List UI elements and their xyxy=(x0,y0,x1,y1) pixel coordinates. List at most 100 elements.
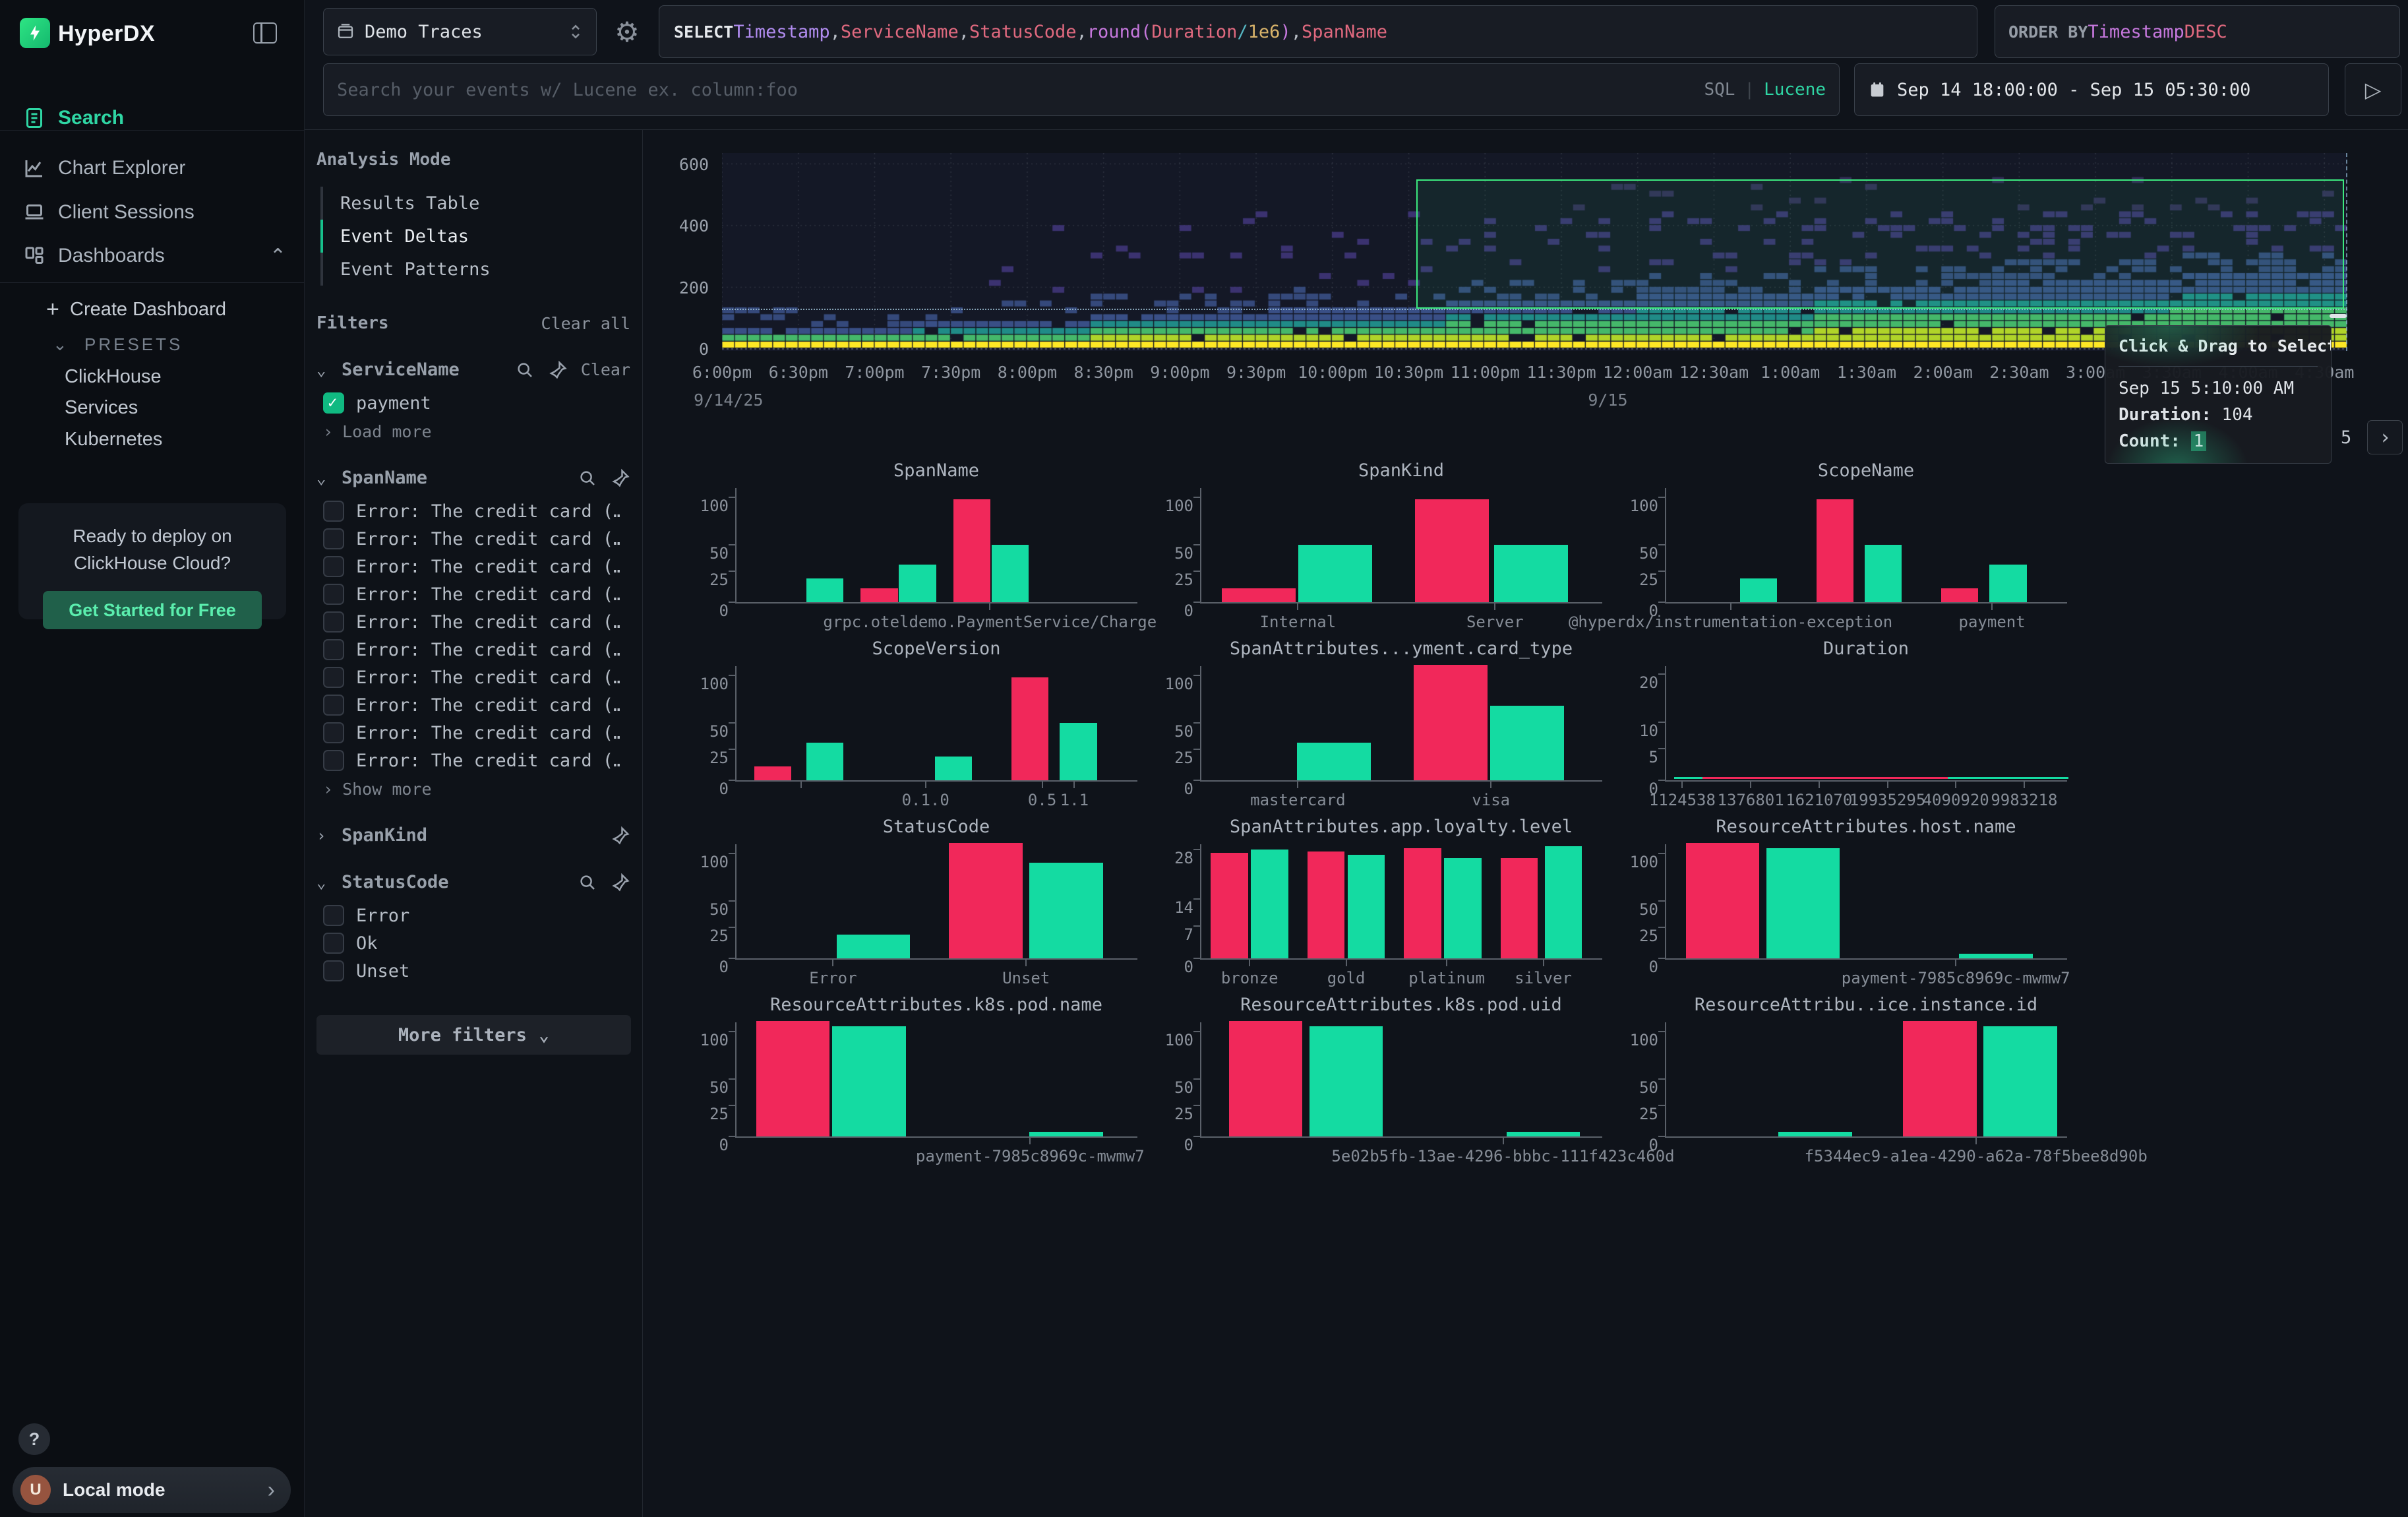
search-icon[interactable] xyxy=(515,360,535,380)
more-filters-button[interactable]: More filters ⌄ xyxy=(316,1015,631,1055)
checkbox[interactable] xyxy=(323,611,344,633)
filter-option[interactable]: Error: The credit card (… xyxy=(323,691,630,719)
filter-option[interactable]: Error: The credit card (… xyxy=(323,747,630,774)
chevron-up-icon[interactable]: ⌃ xyxy=(270,245,286,268)
checkbox[interactable] xyxy=(323,750,344,771)
search-icon[interactable] xyxy=(578,468,597,488)
filter-group-name[interactable]: ServiceName xyxy=(342,359,460,380)
checkbox[interactable] xyxy=(323,639,344,660)
sidebar-item-dashboards[interactable]: Dashboards ⌃ xyxy=(0,235,305,276)
pin-icon[interactable] xyxy=(611,826,630,846)
x-axis-label: 2:30am xyxy=(1989,363,2049,382)
analysis-option-event-patterns[interactable]: Event Patterns xyxy=(320,253,630,286)
sql-mode-button[interactable]: SQL xyxy=(1704,80,1735,100)
x-axis-label: silver xyxy=(1515,969,1572,987)
checkbox[interactable] xyxy=(323,667,344,688)
sidebar-item-search[interactable]: Search xyxy=(0,98,305,139)
order-by-input[interactable]: ORDER BY Timestamp DESC xyxy=(1995,5,2400,58)
filter-option[interactable]: Error: The credit card (… xyxy=(323,664,630,691)
chevron-right-icon[interactable]: › xyxy=(316,826,332,845)
sql-select-input[interactable]: SELECT Timestamp, ServiceName, StatusCod… xyxy=(659,5,1977,58)
checkbox[interactable] xyxy=(323,905,344,926)
source-selector[interactable]: Demo Traces xyxy=(323,8,597,55)
bar-red xyxy=(953,499,990,602)
filter-option[interactable]: Error xyxy=(323,902,630,929)
filter-option[interactable]: Error: The credit card (… xyxy=(323,580,630,608)
filter-option[interactable]: Error: The credit card (… xyxy=(323,636,630,664)
filter-group-name[interactable]: SpanName xyxy=(342,468,427,488)
y-axis-label: 7 xyxy=(1184,925,1193,944)
presets-toggle[interactable]: ⌄ PRESETS xyxy=(0,327,305,361)
clear-group-button[interactable]: Clear xyxy=(581,360,630,379)
selection-resize-handle[interactable] xyxy=(2330,314,2347,318)
checkbox[interactable] xyxy=(323,933,344,954)
heatmap-plot[interactable] xyxy=(722,153,2347,351)
checkbox[interactable] xyxy=(323,722,344,743)
filter-option[interactable]: Unset xyxy=(323,957,630,985)
pin-icon[interactable] xyxy=(548,360,568,380)
chevron-down-icon[interactable]: ⌄ xyxy=(316,873,332,892)
next-page-button[interactable]: › xyxy=(2367,420,2403,454)
delta-chart: ResourceAttribu..ice.instance.id02550100… xyxy=(1622,989,2084,1167)
sidebar-item-chart-explorer[interactable]: Chart Explorer xyxy=(0,148,305,189)
x-axis-label: 2:00am xyxy=(1913,363,1972,382)
checkbox[interactable] xyxy=(323,392,344,414)
filter-group-name[interactable]: SpanKind xyxy=(342,825,427,846)
chevron-down-icon: ⌄ xyxy=(53,334,67,355)
filter-option[interactable]: Error: The credit card (… xyxy=(323,497,630,525)
y-tick-mark xyxy=(729,780,735,781)
search-icon[interactable] xyxy=(578,873,597,892)
filter-option-label: Error: The credit card (… xyxy=(356,584,620,605)
filter-option[interactable]: Error: The credit card (… xyxy=(323,608,630,636)
show-more-button[interactable]: › Show more xyxy=(323,780,630,799)
selection-region[interactable] xyxy=(1416,179,2345,309)
checkbox[interactable] xyxy=(323,501,344,522)
checkbox[interactable] xyxy=(323,528,344,549)
chart-plot: 071428bronzegoldplatinumsilver xyxy=(1200,844,1602,960)
date-range-picker[interactable]: Sep 14 18:00:00 - Sep 15 05:30:00 xyxy=(1854,63,2329,116)
checkbox[interactable] xyxy=(323,556,344,577)
sidebar-item-services[interactable]: Services xyxy=(0,390,305,425)
sidebar-item-clickhouse[interactable]: ClickHouse xyxy=(0,359,305,394)
settings-gear-icon[interactable]: ⚙ xyxy=(610,15,644,49)
get-started-button[interactable]: Get Started for Free xyxy=(43,591,262,629)
lucene-mode-button[interactable]: Lucene xyxy=(1764,80,1826,100)
chevron-down-icon[interactable]: ⌄ xyxy=(316,469,332,487)
load-more-button[interactable]: › Load more xyxy=(323,422,630,441)
y-tick-mark xyxy=(729,497,735,498)
delta-chart: SpanAttributes...yment.card_type02550100… xyxy=(1157,633,1619,811)
filter-option[interactable]: Error: The credit card (… xyxy=(323,719,630,747)
filter-option[interactable]: Ok xyxy=(323,929,630,957)
checkbox[interactable] xyxy=(323,695,344,716)
checkbox[interactable] xyxy=(323,960,344,981)
search-input[interactable] xyxy=(337,80,1704,100)
bar-green xyxy=(1060,723,1097,780)
y-axis-label: 50 xyxy=(1639,1078,1658,1097)
y-tick-mark xyxy=(1658,722,1665,723)
filter-option[interactable]: Error: The credit card (… xyxy=(323,525,630,553)
pin-icon[interactable] xyxy=(611,873,630,892)
filter-list-statuscode: ErrorOkUnset xyxy=(323,902,630,985)
local-mode-menu[interactable]: U Local mode › xyxy=(13,1467,291,1513)
clear-all-button[interactable]: Clear all xyxy=(541,314,630,333)
y-axis-label: 0 xyxy=(1184,602,1193,620)
delta-chart: ResourceAttributes.k8s.pod.name02550100p… xyxy=(692,989,1154,1167)
filter-option[interactable]: payment xyxy=(323,389,630,417)
run-query-button[interactable]: ▷ xyxy=(2345,63,2401,116)
chevron-down-icon[interactable]: ⌄ xyxy=(316,361,332,379)
filter-group-name[interactable]: StatusCode xyxy=(342,872,449,892)
analysis-option-results-table[interactable]: Results Table xyxy=(320,187,630,220)
checkbox[interactable] xyxy=(323,584,344,605)
filter-option[interactable]: Error: The credit card (… xyxy=(323,553,630,580)
x-axis-label: Internal xyxy=(1260,613,1337,631)
x-tick-mark xyxy=(1503,1136,1504,1144)
analysis-option-event-deltas[interactable]: Event Deltas xyxy=(320,220,630,253)
pin-icon[interactable] xyxy=(611,468,630,488)
sidebar-item-client-sessions[interactable]: Client Sessions xyxy=(0,192,305,233)
y-axis-label: 25 xyxy=(1639,571,1658,589)
help-button[interactable]: ? xyxy=(18,1423,50,1455)
sidebar-item-kubernetes[interactable]: Kubernetes xyxy=(0,422,305,456)
sidebar: HyperDX Search Chart Explorer Client Ses… xyxy=(0,0,305,1517)
sidebar-collapse-icon[interactable] xyxy=(253,22,277,44)
create-dashboard-button[interactable]: + Create Dashboard xyxy=(0,292,305,326)
